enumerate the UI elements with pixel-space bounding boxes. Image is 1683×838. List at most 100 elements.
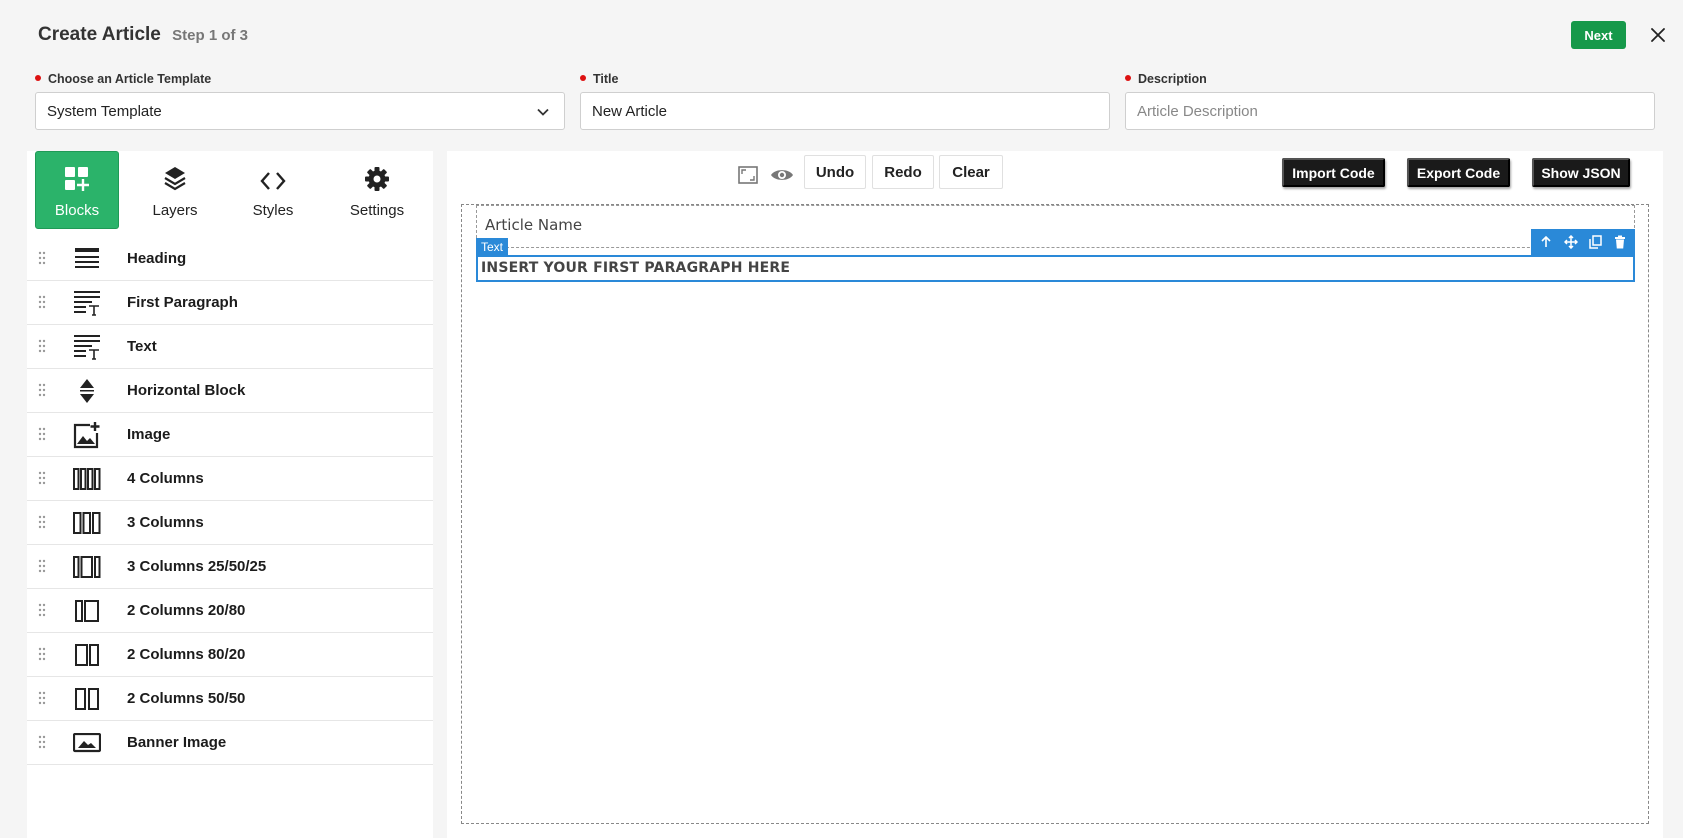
two-columns-80-20-icon xyxy=(73,641,101,669)
tab-layers[interactable]: Layers xyxy=(127,151,223,229)
clear-button[interactable]: Clear xyxy=(939,155,1003,189)
three-columns-icon xyxy=(73,509,101,537)
block-label: 3 Columns xyxy=(127,514,204,531)
block-label: 2 Columns 80/20 xyxy=(127,646,246,663)
required-indicator xyxy=(580,75,586,81)
page-title-text: Create Article xyxy=(38,24,161,45)
undo-button[interactable]: Undo xyxy=(804,155,866,189)
block-label: Banner Image xyxy=(127,734,227,751)
template-select[interactable]: System Template xyxy=(35,92,565,130)
drag-handle-icon[interactable] xyxy=(38,559,46,573)
first-paragraph-text[interactable]: INSERT YOUR FIRST PARAGRAPH HERE xyxy=(481,260,790,276)
block-label: Text xyxy=(127,338,157,355)
paragraph-icon xyxy=(73,289,101,317)
modal-header: Create Article Step 1 of 3 Next xyxy=(0,0,1683,72)
block-list: Heading First Paragraph Text Horizontal … xyxy=(27,237,433,765)
import-code-button[interactable]: Import Code xyxy=(1282,158,1385,187)
block-label: 3 Columns 25/50/25 xyxy=(127,558,267,575)
chevron-down-icon xyxy=(536,105,550,119)
image-icon xyxy=(73,421,101,449)
template-select-value: System Template xyxy=(47,102,162,120)
layers-icon xyxy=(164,162,186,192)
drag-handle-icon[interactable] xyxy=(38,691,46,705)
block-item-3-columns[interactable]: 3 Columns xyxy=(27,501,433,545)
block-item-banner-image[interactable]: Banner Image xyxy=(27,721,433,765)
required-indicator xyxy=(35,75,41,81)
template-label: Choose an Article Template xyxy=(35,72,211,86)
drag-handle-icon[interactable] xyxy=(38,427,46,441)
code-icon xyxy=(260,162,286,192)
preview-eye-icon[interactable] xyxy=(769,163,795,187)
title-input[interactable]: New Article xyxy=(580,92,1110,130)
blocks-panel: Blocks Layers Styles Settings Heading Fi… xyxy=(27,151,433,838)
move-icon[interactable] xyxy=(1561,232,1581,252)
gear-icon xyxy=(364,162,390,192)
two-columns-20-80-icon xyxy=(73,597,101,625)
tab-settings[interactable]: Settings xyxy=(324,151,430,229)
editor-panel: Undo Redo Clear Import Code Export Code … xyxy=(447,151,1663,838)
block-label: Horizontal Block xyxy=(127,382,246,399)
text-icon xyxy=(73,333,101,361)
tab-styles-label: Styles xyxy=(252,201,294,219)
paragraph-block-selected[interactable]: INSERT YOUR FIRST PARAGRAPH HERE xyxy=(476,255,1635,282)
block-item-2-columns-20-80[interactable]: 2 Columns 20/80 xyxy=(27,589,433,633)
close-icon[interactable] xyxy=(1646,23,1670,47)
blocks-icon xyxy=(64,162,90,192)
tab-settings-label: Settings xyxy=(349,201,405,219)
drag-handle-icon[interactable] xyxy=(38,471,46,485)
description-label: Description xyxy=(1125,72,1207,86)
selected-element-toolbar xyxy=(1531,229,1635,255)
tab-styles[interactable]: Styles xyxy=(226,151,320,229)
drag-handle-icon[interactable] xyxy=(38,735,46,749)
block-label: 4 Columns xyxy=(127,470,204,487)
horizontal-block-icon xyxy=(73,377,101,405)
tab-layers-label: Layers xyxy=(152,201,198,219)
block-item-first-paragraph[interactable]: First Paragraph xyxy=(27,281,433,325)
three-columns-25-50-25-icon xyxy=(73,553,101,581)
page-title: Create Article Step 1 of 3 xyxy=(38,24,248,46)
drag-handle-icon[interactable] xyxy=(38,603,46,617)
drag-handle-icon[interactable] xyxy=(38,295,46,309)
tab-blocks[interactable]: Blocks xyxy=(35,151,119,229)
export-code-button[interactable]: Export Code xyxy=(1407,158,1510,187)
block-label: First Paragraph xyxy=(127,294,238,311)
block-item-heading[interactable]: Heading xyxy=(27,237,433,281)
block-label: Image xyxy=(127,426,171,443)
title-label: Title xyxy=(580,72,618,86)
block-label: Heading xyxy=(127,250,187,267)
block-item-image[interactable]: Image xyxy=(27,413,433,457)
block-label: 2 Columns 20/80 xyxy=(127,602,246,619)
drag-handle-icon[interactable] xyxy=(38,339,46,353)
panel-tabs: Blocks Layers Styles Settings xyxy=(27,151,433,233)
select-parent-arrow-up-icon[interactable] xyxy=(1536,232,1556,252)
step-indicator: Step 1 of 3 xyxy=(172,27,248,44)
drag-handle-icon[interactable] xyxy=(38,515,46,529)
drag-handle-icon[interactable] xyxy=(38,251,46,265)
drag-handle-icon[interactable] xyxy=(38,647,46,661)
block-item-2-columns-50-50[interactable]: 2 Columns 50/50 xyxy=(27,677,433,721)
editor-canvas[interactable]: Article Name Text INSERT YOUR FIRST PARA… xyxy=(461,204,1649,824)
article-name-block[interactable]: Article Name xyxy=(476,205,1635,248)
article-name-text[interactable]: Article Name xyxy=(485,216,582,234)
two-columns-50-50-icon xyxy=(73,685,101,713)
delete-trash-icon[interactable] xyxy=(1610,232,1630,252)
show-json-button[interactable]: Show JSON xyxy=(1532,158,1630,187)
block-label: 2 Columns 50/50 xyxy=(127,690,246,707)
block-item-4-columns[interactable]: 4 Columns xyxy=(27,457,433,501)
selected-element-badge: Text xyxy=(476,238,509,255)
block-item-text[interactable]: Text xyxy=(27,325,433,369)
block-item-2-columns-80-20[interactable]: 2 Columns 80/20 xyxy=(27,633,433,677)
redo-button[interactable]: Redo xyxy=(872,155,934,189)
four-columns-icon xyxy=(73,465,101,493)
tab-blocks-label: Blocks xyxy=(54,201,100,219)
copy-icon[interactable] xyxy=(1585,232,1605,252)
description-input[interactable]: Article Description xyxy=(1125,92,1655,130)
block-item-3-columns-25-50-25[interactable]: 3 Columns 25/50/25 xyxy=(27,545,433,589)
drag-handle-icon[interactable] xyxy=(38,383,46,397)
banner-image-icon xyxy=(73,729,101,757)
fullscreen-icon[interactable] xyxy=(735,163,761,187)
next-button[interactable]: Next xyxy=(1571,21,1626,49)
required-indicator xyxy=(1125,75,1131,81)
block-item-horizontal-block[interactable]: Horizontal Block xyxy=(27,369,433,413)
heading-icon xyxy=(73,245,101,273)
